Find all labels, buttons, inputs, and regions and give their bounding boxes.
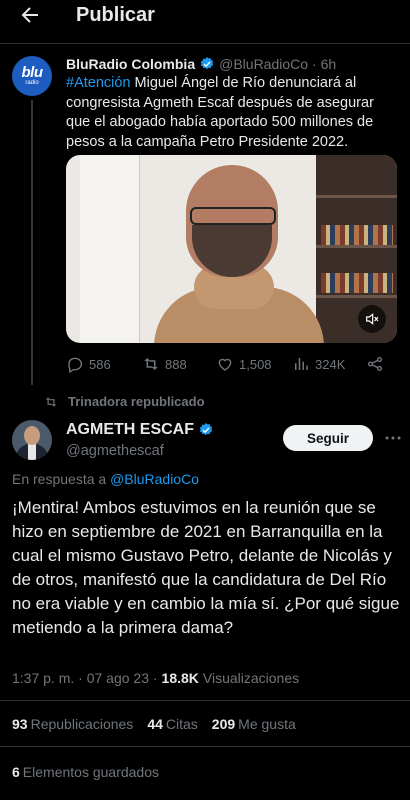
header-divider xyxy=(0,43,410,44)
verified-icon xyxy=(199,56,215,72)
views-count: 324K xyxy=(315,356,346,372)
views-label: Visualizaciones xyxy=(202,670,300,686)
stats-divider xyxy=(0,746,410,747)
reply-context: En respuesta a @BluRadioCo xyxy=(12,471,199,487)
likes-stat[interactable]: 209 Me gusta xyxy=(212,716,296,732)
views-button[interactable]: 324K xyxy=(292,355,345,373)
page-title: Publicar xyxy=(76,4,155,26)
like-icon xyxy=(218,358,232,371)
likes-label: Me gusta xyxy=(238,716,296,732)
bookmarks-count: 6 xyxy=(12,764,20,780)
quoted-text: #Atención Miguel Ángel de Río denunciará… xyxy=(66,74,400,152)
video-person-glasses xyxy=(190,207,276,225)
reposts-label: Republicaciones xyxy=(30,716,134,732)
reposts-count: 93 xyxy=(12,716,28,732)
video-background-door xyxy=(80,155,140,343)
video-player[interactable] xyxy=(66,155,397,343)
follow-button[interactable]: Seguir xyxy=(283,425,373,451)
reply-count: 586 xyxy=(89,356,111,372)
reply-button[interactable]: 586 xyxy=(66,355,111,373)
quotes-label: Citas xyxy=(165,716,198,732)
repost-icon xyxy=(45,396,57,407)
quotes-count: 44 xyxy=(147,716,163,732)
hashtag-link[interactable]: #Atención xyxy=(66,75,131,91)
repost-count: 888 xyxy=(165,356,187,372)
bluradio-avatar[interactable]: blu radio xyxy=(12,56,52,96)
reposts-stat[interactable]: 93 Republicaciones xyxy=(12,716,133,732)
reply-icon xyxy=(68,357,83,373)
reply-to-link[interactable]: @BluRadioCo xyxy=(110,471,199,487)
quoted-header: BluRadio Colombia @BluRadioCo · 6h xyxy=(66,56,336,72)
post-text: ¡Mentira! Ambos estuvimos en la reunión … xyxy=(12,498,400,637)
repost-button[interactable]: 888 xyxy=(142,355,187,373)
avatar-logo-subtext: radio xyxy=(25,79,39,86)
repost-label[interactable]: Trinadora republicado xyxy=(68,394,205,409)
post-timestamp[interactable]: 1:37 p. m. · 07 ago 23 · xyxy=(12,670,158,686)
share-icon xyxy=(367,356,383,372)
quoted-author-name[interactable]: BluRadio Colombia xyxy=(66,56,195,72)
author-name-text: AGMETH ESCAF xyxy=(66,421,194,438)
likes-count: 209 xyxy=(211,716,236,732)
back-arrow-icon[interactable] xyxy=(18,3,42,27)
views-icon xyxy=(295,358,308,370)
repost-icon xyxy=(144,358,158,370)
like-button[interactable]: 1,508 xyxy=(216,355,272,373)
post-stats: 93 Republicaciones 44 Citas 209 Me gusta xyxy=(12,716,296,732)
video-books xyxy=(321,225,393,245)
thread-line xyxy=(31,100,33,385)
post-author-handle[interactable]: @agmethescaf xyxy=(66,443,164,459)
quoted-author-handle[interactable]: @BluRadioCo xyxy=(219,56,308,72)
share-button[interactable] xyxy=(366,355,384,373)
bookmarks-label: Elementos guardados xyxy=(22,764,159,780)
post-author-name[interactable]: AGMETH ESCAF xyxy=(66,421,218,439)
video-books xyxy=(321,273,393,293)
meta-divider xyxy=(0,700,410,701)
quotes-stat[interactable]: 44 Citas xyxy=(147,716,197,732)
agmeth-avatar[interactable] xyxy=(12,420,52,460)
more-icon[interactable] xyxy=(384,430,402,446)
like-count: 1,508 xyxy=(239,356,272,372)
post-meta: 1:37 p. m. · 07 ago 23 · 18.8K Visualiza… xyxy=(12,670,299,686)
verified-icon xyxy=(198,422,214,438)
quoted-time: · 6h xyxy=(312,56,337,72)
quoted-action-bar: 586 888 1,508 324K xyxy=(66,355,396,375)
reply-prefix: En respuesta a xyxy=(12,471,111,487)
avatar-logo-text: blu xyxy=(21,63,44,81)
mute-icon[interactable] xyxy=(358,305,386,333)
repost-indicator: Trinadora republicado xyxy=(44,394,205,409)
top-bar: Publicar xyxy=(0,0,410,36)
views-total: 18.8K xyxy=(161,670,199,686)
bookmarks-stat[interactable]: 6 Elementos guardados xyxy=(12,764,159,780)
